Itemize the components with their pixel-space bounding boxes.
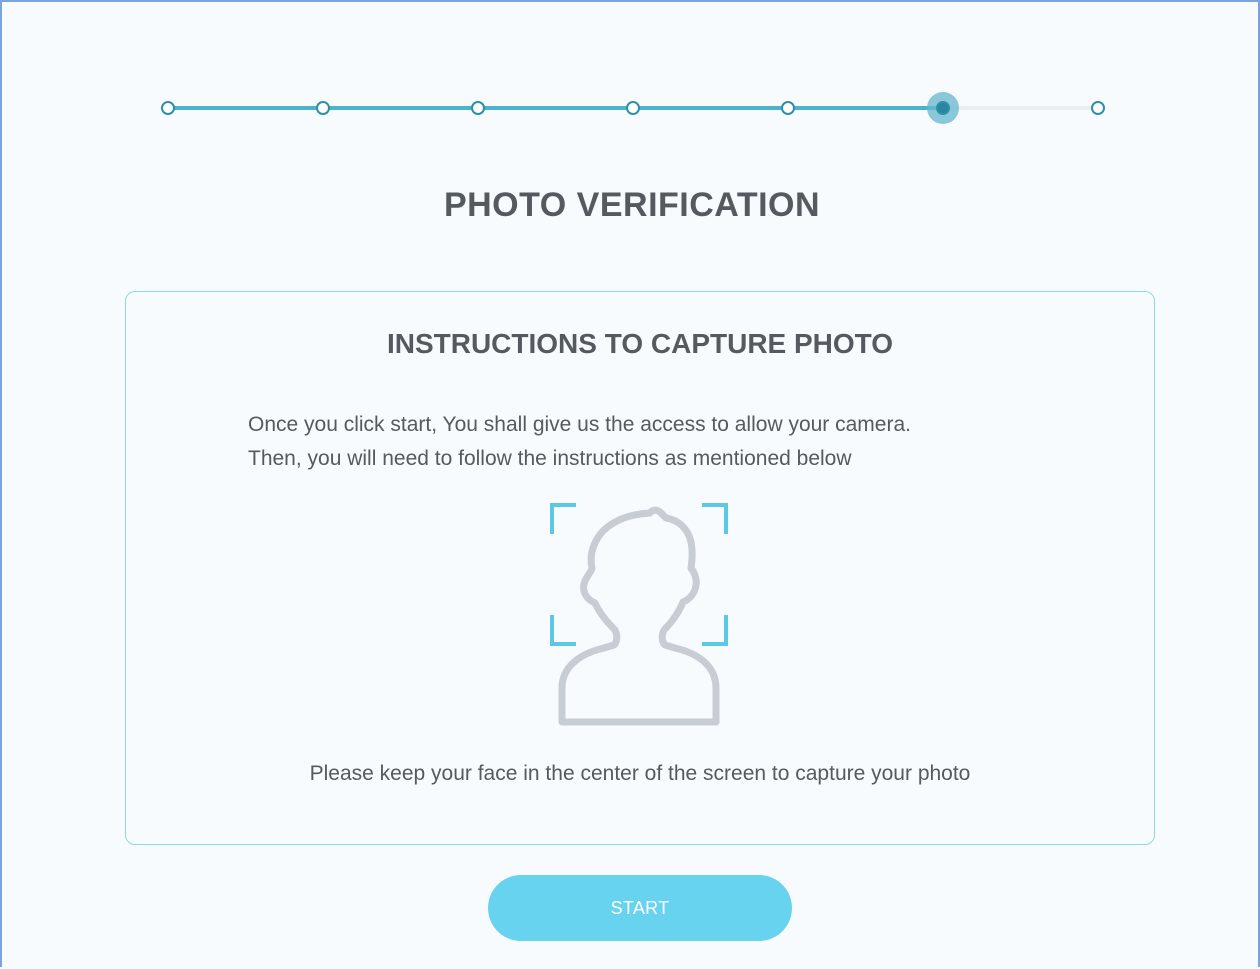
instruction-line-1: Once you click start, You shall give us …	[248, 413, 911, 436]
card-title: INSTRUCTIONS TO CAPTURE PHOTO	[386, 328, 894, 359]
step-dot-1	[161, 101, 175, 115]
page-title: PHOTO VERIFICATION	[443, 186, 821, 224]
instructions-text: Once you click start, You shall give us …	[248, 408, 1068, 476]
step-dot-4	[626, 101, 640, 115]
bracket-bottom-left	[550, 615, 576, 646]
person-outline	[558, 506, 720, 726]
step-dot-6	[936, 101, 950, 115]
step-dot-5	[781, 101, 795, 115]
bracket-top-left	[550, 503, 576, 534]
bracket-top-right	[702, 503, 728, 534]
stepper-progress-fill	[168, 106, 943, 110]
bracket-bottom-right	[702, 615, 728, 646]
face-frame-icon	[550, 503, 728, 726]
instructions-card: INSTRUCTIONS TO CAPTURE PHOTO Once you c…	[125, 291, 1155, 845]
start-button[interactable]: START	[488, 875, 792, 941]
page-frame: PHOTO VERIFICATION INSTRUCTIONS TO CAPTU…	[0, 0, 1260, 967]
step-dot-3	[471, 101, 485, 115]
instruction-line-2: Then, you will need to follow the instru…	[248, 447, 852, 470]
capture-hint: Please keep your face in the center of t…	[309, 762, 971, 785]
step-dot-7	[1091, 101, 1105, 115]
step-dot-2	[316, 101, 330, 115]
